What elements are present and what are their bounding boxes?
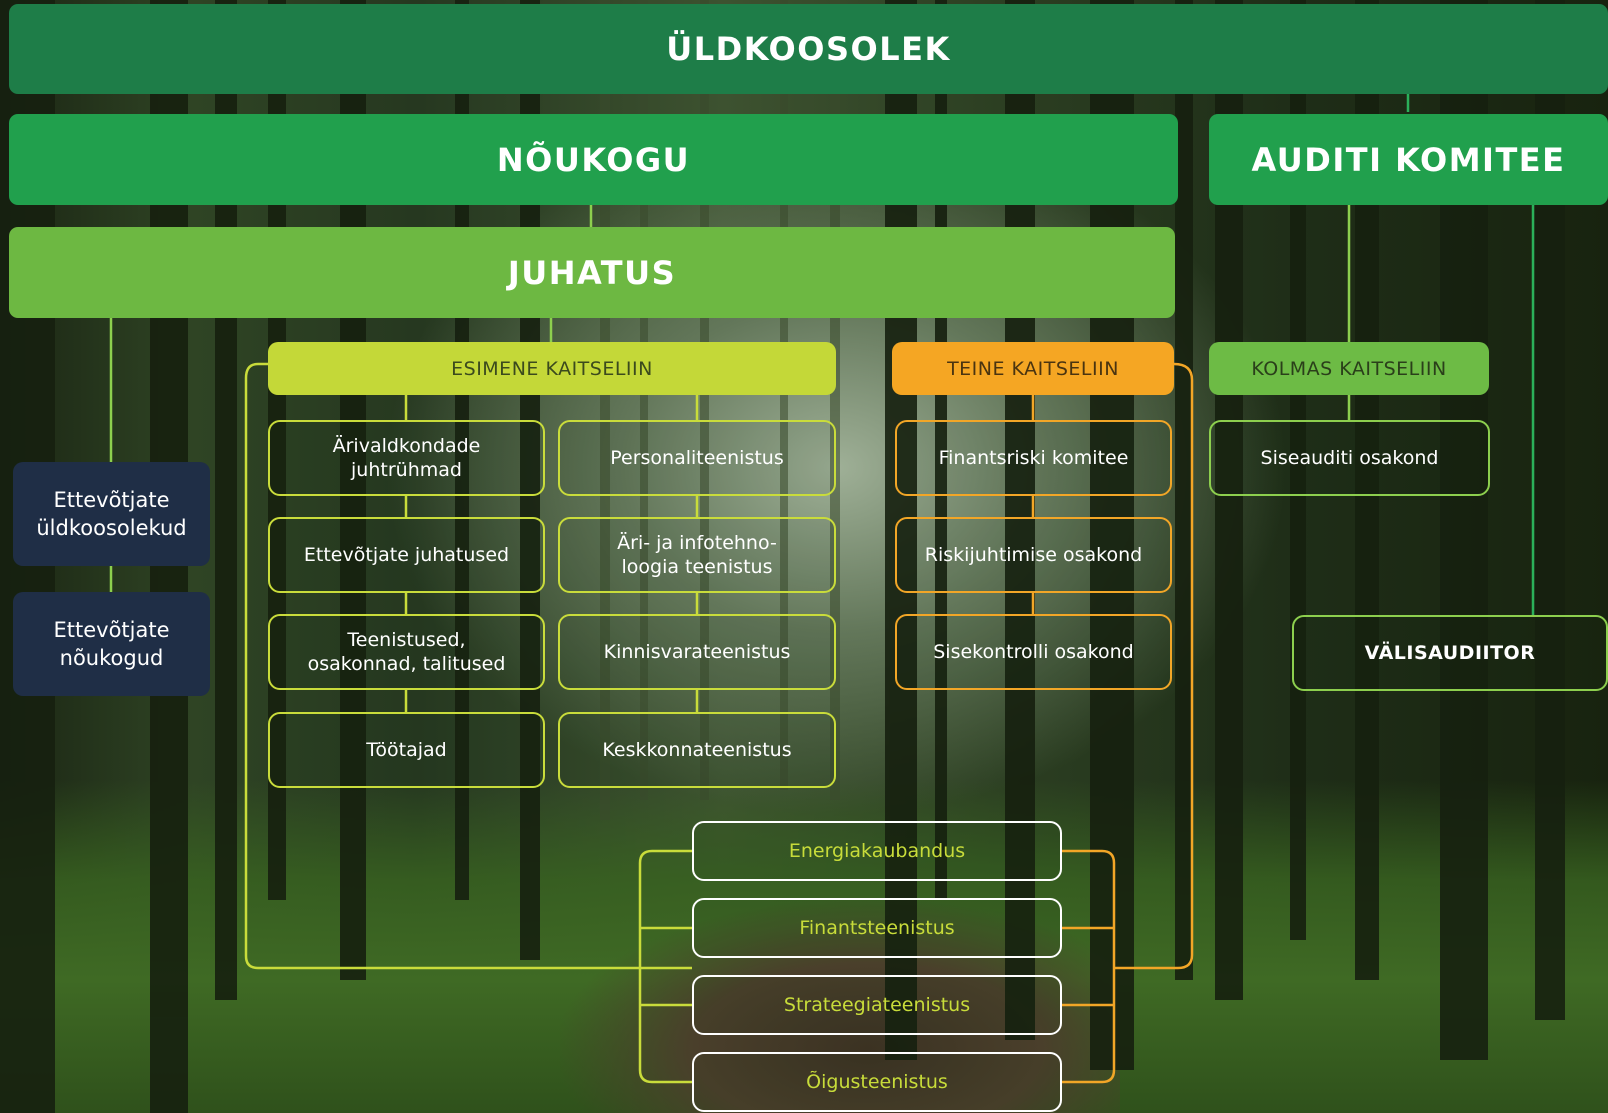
first-line-unit: Kinnisvarateenistus bbox=[558, 614, 836, 690]
unit-label: Riskijuhtimise osakond bbox=[924, 544, 1143, 566]
unit-label: Töötajad bbox=[366, 739, 447, 761]
unit-label: Finantsriski komitee bbox=[938, 447, 1129, 469]
second-line-unit: Sisekontrolli osakond bbox=[895, 614, 1172, 690]
second-line-unit: Finantsriski komitee bbox=[895, 420, 1172, 496]
audit-committee-label: AUDITI KOMITEE bbox=[1251, 140, 1566, 179]
unit-label: Ettevõtjate juhatused bbox=[303, 544, 510, 566]
second-line-title: TEINE KAITSELIIN bbox=[947, 357, 1119, 380]
first-line-title: ESIMENE KAITSELIIN bbox=[451, 357, 653, 380]
third-line-header: KOLMAS KAITSELIIN bbox=[1209, 342, 1489, 395]
subsidiary-meetings-box: Ettevõtjate üldkoosolekud bbox=[13, 462, 210, 566]
general-meeting-label: ÜLDKOOSOLEK bbox=[666, 30, 951, 68]
subsidiary-boards-box: Ettevõtjate nõukogud bbox=[13, 592, 210, 696]
first-line-unit: Ärivaldkondade juhtrühmad bbox=[268, 420, 545, 496]
unit-label: Personaliteenistus bbox=[610, 447, 784, 469]
unit-label: Keskkonnateenistus bbox=[602, 739, 792, 761]
second-line-unit: Riskijuhtimise osakond bbox=[895, 517, 1172, 593]
first-line-unit: Teenistused, osakonnad, talitused bbox=[268, 614, 545, 690]
first-line-unit: Töötajad bbox=[268, 712, 545, 788]
shared-service-box: Strateegiateenistus bbox=[692, 975, 1062, 1035]
general-meeting-bar: ÜLDKOOSOLEK bbox=[9, 4, 1608, 94]
shared-service-box: Finantsteenistus bbox=[692, 898, 1062, 958]
unit-label: Sisekontrolli osakond bbox=[933, 641, 1134, 663]
shared-service-label: Finantsteenistus bbox=[799, 917, 955, 939]
third-line-unit: Siseauditi osakond bbox=[1209, 420, 1490, 496]
supervisory-board-label: NÕUKOGU bbox=[496, 140, 691, 179]
external-auditor-box: VÄLISAUDIITOR bbox=[1292, 615, 1608, 691]
first-line-header: ESIMENE KAITSELIIN bbox=[268, 342, 836, 395]
unit-label: Äri- ja infotehno- loogia teenistus bbox=[617, 532, 777, 578]
first-line-unit: Äri- ja infotehno- loogia teenistus bbox=[558, 517, 836, 593]
first-line-unit: Personaliteenistus bbox=[558, 420, 836, 496]
audit-committee-bar: AUDITI KOMITEE bbox=[1209, 114, 1608, 205]
first-line-unit: Ettevõtjate juhatused bbox=[268, 517, 545, 593]
third-line-title: KOLMAS KAITSELIIN bbox=[1251, 357, 1447, 380]
unit-label: Siseauditi osakond bbox=[1260, 447, 1439, 469]
shared-service-label: Energiakaubandus bbox=[788, 840, 966, 862]
external-auditor-label: VÄLISAUDIITOR bbox=[1364, 642, 1536, 664]
shared-service-box: Õigusteenistus bbox=[692, 1052, 1062, 1112]
unit-label: Kinnisvarateenistus bbox=[603, 641, 791, 663]
supervisory-board-bar: NÕUKOGU bbox=[9, 114, 1178, 205]
unit-label: Ärivaldkondade juhtrühmad bbox=[332, 435, 481, 481]
second-line-header: TEINE KAITSELIIN bbox=[892, 342, 1174, 395]
shared-service-box: Energiakaubandus bbox=[692, 821, 1062, 881]
shared-service-label: Õigusteenistus bbox=[806, 1071, 948, 1093]
first-line-unit: Keskkonnateenistus bbox=[558, 712, 836, 788]
subsidiary-boards-label: Ettevõtjate nõukogud bbox=[53, 618, 170, 670]
unit-label: Teenistused, osakonnad, talitused bbox=[307, 629, 506, 675]
management-board-label: JUHATUS bbox=[507, 253, 677, 292]
shared-service-label: Strateegiateenistus bbox=[783, 994, 971, 1016]
subsidiary-meetings-label: Ettevõtjate üldkoosolekud bbox=[36, 488, 187, 540]
management-board-bar: JUHATUS bbox=[9, 227, 1175, 318]
